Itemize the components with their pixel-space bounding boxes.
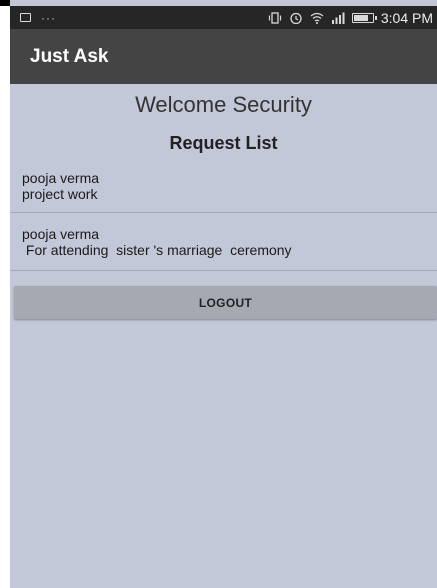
request-name: pooja verma <box>22 226 100 242</box>
signal-icon <box>331 12 345 24</box>
more-notifications-icon: ··· <box>41 10 56 25</box>
request-list-title: Request List <box>169 133 278 153</box>
app-screen: ··· 3:04 PM Just Ask Welcome Security Re… <box>10 0 437 588</box>
alarm-icon <box>290 12 302 24</box>
request-reason: project work <box>22 186 98 202</box>
status-clock: 3:04 PM <box>380 9 433 26</box>
app-bar: Just Ask <box>10 29 437 84</box>
notification-icon <box>20 13 31 22</box>
request-reason: For attending sister 's marriage ceremon… <box>22 242 292 258</box>
welcome-heading: Welcome Security <box>135 92 312 117</box>
app-title: Just Ask <box>30 45 109 67</box>
battery-icon <box>351 12 377 23</box>
wifi-icon <box>310 12 324 24</box>
list-item[interactable]: pooja verma project work <box>10 161 437 213</box>
list-item[interactable]: pooja verma For attending sister 's marr… <box>10 213 437 271</box>
request-list: pooja verma project work pooja verma For… <box>10 161 437 271</box>
status-bar-left: ··· <box>20 11 56 25</box>
status-bar: ··· 3:04 PM <box>10 6 437 29</box>
vibrate-icon <box>268 11 281 24</box>
status-bar-right: 3:04 PM <box>268 10 433 26</box>
request-name: pooja verma <box>22 170 100 186</box>
logout-button[interactable]: LOGOUT <box>14 286 437 319</box>
